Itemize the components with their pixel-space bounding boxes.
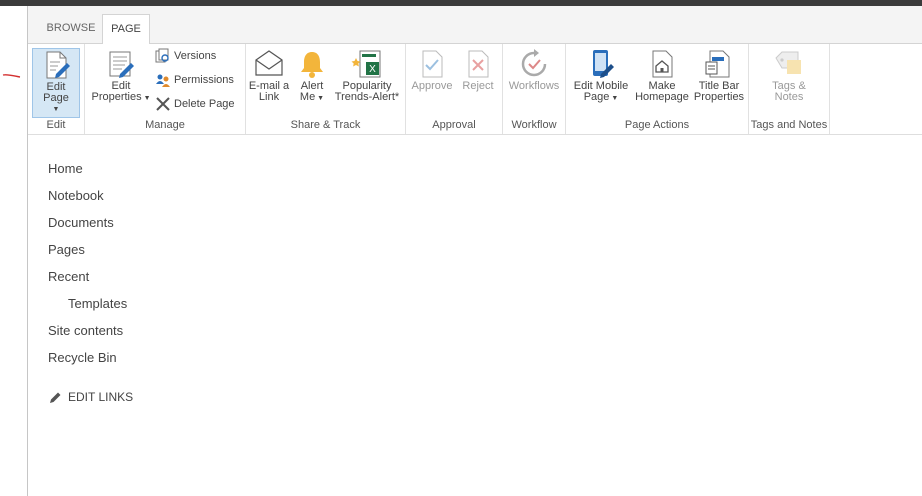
delete-icon — [156, 97, 170, 111]
edit-page-icon — [46, 51, 70, 79]
permissions-label: Permissions — [174, 74, 234, 86]
group-label-workflow: Workflow — [511, 119, 557, 131]
workflows-icon — [521, 49, 547, 77]
edit-page-dropdown-icon[interactable]: ▼ — [33, 104, 79, 115]
nav-item-recycle-bin[interactable]: Recycle Bin — [48, 349, 127, 376]
group-edit: Edit Page ▼ Edit — [28, 44, 85, 134]
popularity-trends-alert-button[interactable]: X Popularity Trends-Alert* — [334, 48, 400, 103]
edit-links-button[interactable]: EDIT LINKS — [48, 390, 133, 405]
make-homepage-button[interactable]: Make Homepage — [634, 48, 690, 103]
nav-item-pages[interactable]: Pages — [48, 241, 127, 268]
group-workflow: Workflows Workflow — [503, 44, 566, 134]
tags-notes-label-line2: Notes — [774, 91, 804, 103]
delete-page-button[interactable]: Delete Page — [155, 94, 235, 114]
reject-icon — [468, 50, 489, 78]
tags-notes-button[interactable]: Tags & Notes — [759, 48, 819, 103]
versions-button[interactable]: Versions — [155, 46, 216, 66]
nav-item-home[interactable]: Home — [48, 160, 127, 187]
edit-page-button[interactable]: Edit Page ▼ — [32, 48, 80, 118]
edit-properties-dropdown-icon[interactable]: ▼ — [142, 95, 151, 102]
versions-label: Versions — [174, 50, 217, 62]
approve-icon — [422, 50, 443, 78]
tab-page[interactable]: PAGE — [102, 14, 150, 45]
edit-properties-button[interactable]: Edit Properties ▼ — [91, 48, 151, 104]
approve-button[interactable]: Approve — [410, 48, 454, 92]
tags-notes-icon — [775, 51, 801, 74]
nav-item-recent[interactable]: Recent — [48, 268, 127, 295]
permissions-button[interactable]: Permissions — [155, 70, 234, 90]
nav-item-documents[interactable]: Documents — [48, 214, 127, 241]
email-link-label-line2: Link — [258, 91, 280, 103]
title-bar-label-line2: Properties — [693, 91, 745, 103]
edit-mobile-page-label-line2: Page — [583, 91, 610, 103]
group-tags-notes: Tags & Notes Tags and Notes — [749, 44, 830, 134]
ribbon-tab-bar: BROWSE PAGE — [28, 6, 922, 45]
pencil-icon — [50, 392, 61, 403]
versions-icon — [155, 48, 169, 63]
ribbon: Edit Page ▼ Edit Edit Properties ▼ Versi — [28, 44, 922, 135]
nav-item-notebook[interactable]: Notebook — [48, 187, 127, 214]
alert-me-button[interactable]: Alert Me ▼ — [294, 48, 330, 104]
edit-properties-label-line2: Properties — [91, 91, 142, 103]
title-bar-properties-button[interactable]: Title Bar Properties — [692, 48, 746, 103]
bell-icon — [301, 52, 323, 78]
group-label-manage: Manage — [145, 119, 185, 131]
popularity-label-line2: Trends-Alert* — [334, 91, 400, 103]
make-homepage-label-line2: Homepage — [635, 91, 689, 103]
group-label-approval: Approval — [432, 119, 476, 131]
edit-links-label: EDIT LINKS — [68, 390, 134, 404]
red-annotation-mark — [2, 74, 21, 78]
group-label-tags-notes: Tags and Notes — [750, 119, 828, 131]
workflows-button[interactable]: Workflows — [506, 48, 562, 92]
workflows-label: Workflows — [508, 80, 560, 92]
nav-item-templates[interactable]: Templates — [48, 295, 127, 322]
group-approval: Approve Reject Approval — [406, 44, 503, 134]
mobile-icon — [593, 50, 614, 78]
group-label-page-actions: Page Actions — [624, 119, 690, 131]
group-label-share-track: Share & Track — [290, 119, 361, 131]
group-label-edit: Edit — [46, 119, 66, 131]
edit-mobile-page-button[interactable]: Edit Mobile Page ▼ — [570, 48, 632, 104]
title-bar-properties-icon — [705, 50, 730, 78]
edit-mobile-page-dropdown-icon[interactable]: ▼ — [609, 95, 618, 102]
group-manage: Edit Properties ▼ Versions Permissions D… — [85, 44, 246, 134]
email-link-button[interactable]: E-mail a Link — [248, 48, 290, 103]
edit-properties-icon — [109, 51, 134, 78]
edit-page-label: Edit Page — [43, 81, 69, 104]
nav-item-site-contents[interactable]: Site contents — [48, 322, 127, 349]
group-share-track: E-mail a Link Alert Me ▼ X Popularity Tr… — [246, 44, 406, 134]
alert-me-label-line2: Me — [299, 91, 316, 103]
reject-label: Reject — [462, 80, 494, 92]
homepage-icon — [652, 50, 673, 78]
quick-launch-nav: Home Notebook Documents Pages Recent Tem… — [48, 160, 127, 376]
permissions-icon — [156, 74, 170, 88]
approve-label: Approve — [411, 80, 453, 92]
email-icon — [255, 50, 283, 76]
reject-button[interactable]: Reject — [458, 48, 498, 92]
svg-text:X: X — [369, 64, 376, 75]
popularity-trends-icon: X — [351, 50, 381, 78]
delete-page-label: Delete Page — [174, 98, 235, 110]
group-page-actions: Edit Mobile Page ▼ Make Homepage Title B… — [566, 44, 749, 134]
alert-me-dropdown-icon[interactable]: ▼ — [315, 95, 324, 102]
tab-browse[interactable]: BROWSE — [40, 14, 102, 43]
